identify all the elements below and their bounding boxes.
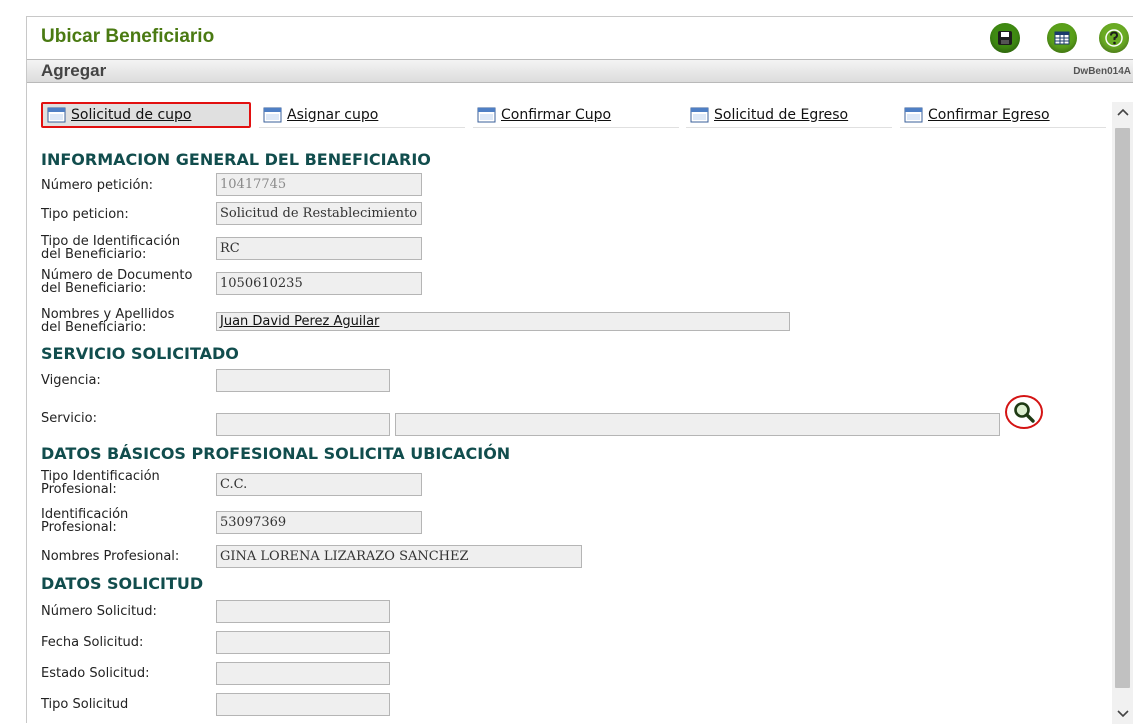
- tab-label: Solicitud de Egreso: [714, 106, 849, 123]
- tab-label: Solicitud de cupo: [71, 107, 192, 123]
- window-icon: [47, 107, 66, 123]
- tipo-identificacion-profesional-label: Tipo Identificación Profesional:: [41, 470, 160, 496]
- tab-label: Confirmar Egreso: [928, 106, 1050, 123]
- nombres-beneficiario-field[interactable]: Juan David Perez Aguilar: [216, 312, 790, 331]
- section-solicitud-title: DATOS SOLICITUD: [41, 574, 204, 593]
- tipo-identificacion-label: Tipo de Identificación del Beneficiario:: [41, 235, 180, 261]
- servicio-code-field[interactable]: [216, 413, 390, 436]
- section-general-title: INFORMACION GENERAL DEL BENEFICIARIO: [41, 150, 431, 169]
- label-line: del Beneficiario:: [41, 247, 147, 262]
- tipo-identificacion-profesional-field[interactable]: C.C.: [216, 473, 422, 496]
- numero-peticion-field[interactable]: 10417745: [216, 173, 422, 196]
- form-code: DwBen014A: [1073, 66, 1131, 77]
- save-icon[interactable]: [990, 23, 1020, 53]
- page-title: Ubicar Beneficiario: [41, 26, 215, 47]
- numero-documento-label: Número de Documento del Beneficiario:: [41, 269, 192, 295]
- tab-solicitud-de-cupo[interactable]: Solicitud de cupo: [41, 102, 251, 128]
- tipo-identificacion-field[interactable]: RC: [216, 237, 422, 260]
- identificacion-profesional-field[interactable]: 53097369: [216, 511, 422, 534]
- tipo-peticion-label: Tipo peticion:: [41, 207, 129, 222]
- vigencia-label: Vigencia:: [41, 373, 101, 388]
- title-bar: Ubicar Beneficiario: [27, 17, 1133, 59]
- fecha-solicitud-label: Fecha Solicitud:: [41, 635, 144, 650]
- numero-documento-field[interactable]: 1050610235: [216, 272, 422, 295]
- tab-label: Asignar cupo: [287, 106, 379, 123]
- grid-icon[interactable]: [1047, 23, 1077, 53]
- tab-confirmar-egreso[interactable]: Confirmar Egreso: [900, 102, 1106, 128]
- numero-peticion-label: Número petición:: [41, 178, 154, 193]
- label-line: Profesional:: [41, 520, 117, 535]
- nombres-profesional-field[interactable]: GINA LORENA LIZARAZO SANCHEZ: [216, 545, 582, 568]
- window-icon: [690, 107, 709, 122]
- vertical-scrollbar[interactable]: [1112, 102, 1133, 724]
- tab-asignar-cupo[interactable]: Asignar cupo: [259, 102, 465, 128]
- search-icon: [1014, 402, 1035, 423]
- scroll-down-icon[interactable]: [1112, 704, 1133, 724]
- numero-solicitud-label: Número Solicitud:: [41, 604, 157, 619]
- window-icon: [477, 107, 496, 122]
- section-profesional-title: DATOS BÁSICOS PROFESIONAL SOLICITA UBICA…: [41, 444, 511, 463]
- top-strip: [0, 0, 1133, 14]
- nombres-beneficiario-label: Nombres y Apellidos del Beneficiario:: [41, 308, 174, 334]
- section-servicio-title: SERVICIO SOLICITADO: [41, 344, 239, 363]
- tab-strip: Solicitud de cupo Asignar cupo Confirmar…: [41, 102, 1107, 130]
- tab-confirmar-cupo[interactable]: Confirmar Cupo: [473, 102, 679, 128]
- fecha-solicitud-field[interactable]: [216, 631, 390, 654]
- sub-header: Agregar DwBen014A: [27, 59, 1133, 83]
- tab-label: Confirmar Cupo: [501, 106, 612, 123]
- nombres-beneficiario-value: Juan David Perez Aguilar: [220, 314, 380, 329]
- tipo-peticion-field[interactable]: Solicitud de Restablecimiento: [216, 202, 422, 225]
- tab-solicitud-de-egreso[interactable]: Solicitud de Egreso: [686, 102, 892, 128]
- form-window: Ubicar Beneficiario Agregar DwBen014A So…: [26, 16, 1133, 724]
- estado-solicitud-label: Estado Solicitud:: [41, 666, 150, 681]
- label-line: Profesional:: [41, 482, 117, 497]
- numero-solicitud-field[interactable]: [216, 600, 390, 623]
- estado-solicitud-field[interactable]: [216, 662, 390, 685]
- tipo-solicitud-field[interactable]: [216, 693, 390, 716]
- identificacion-profesional-label: Identificación Profesional:: [41, 508, 128, 534]
- nombres-profesional-label: Nombres Profesional:: [41, 549, 180, 564]
- servicio-label: Servicio:: [41, 411, 97, 426]
- vigencia-field[interactable]: [216, 369, 390, 392]
- subheader-title: Agregar: [41, 61, 107, 80]
- scroll-up-icon[interactable]: [1112, 102, 1133, 122]
- window-icon: [904, 107, 923, 122]
- scroll-thumb[interactable]: [1115, 128, 1130, 688]
- servicio-description-field[interactable]: [395, 413, 1000, 436]
- label-line: del Beneficiario:: [41, 281, 147, 296]
- label-line: del Beneficiario:: [41, 320, 147, 335]
- tipo-solicitud-label: Tipo Solicitud: [41, 697, 129, 712]
- search-servicio-button[interactable]: [1005, 395, 1043, 429]
- help-icon[interactable]: [1099, 23, 1129, 53]
- window-icon: [263, 107, 282, 122]
